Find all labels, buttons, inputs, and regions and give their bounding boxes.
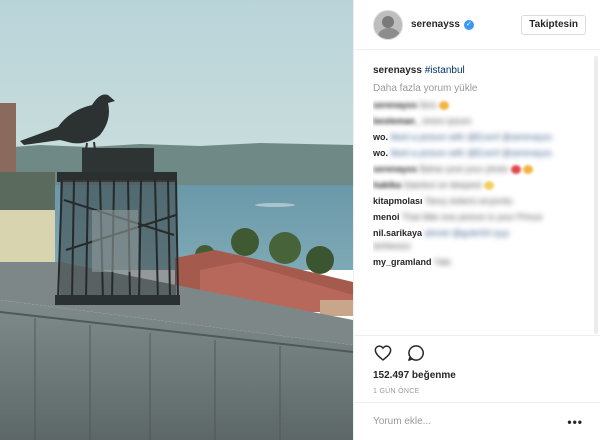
comment-input[interactable] [373, 416, 568, 427]
verified-badge-icon: ✓ [463, 19, 474, 30]
comment-text: liked a picture with @Ecenf @serenayss [390, 132, 552, 142]
comment-username[interactable]: serenayss [373, 100, 417, 110]
comment-item: serenayss Bahar post your photo [373, 163, 590, 176]
caption-hashtag[interactable]: #istanbul [425, 65, 465, 76]
comment-text: Yakı [433, 256, 452, 267]
comment-item: nil.sarikaya ahmet @guler54 iyyy terbies… [373, 227, 590, 252]
comment-username[interactable]: nil.sarikaya [373, 228, 422, 238]
comment-item: kitapmolası Tanış sistemi arıyordu [373, 195, 590, 208]
comment-item: wo. liked a picture with @Ecenf @serenay… [373, 147, 590, 160]
comment-text: fans [419, 100, 437, 110]
emoji-icon [523, 165, 534, 175]
post-actions: 152.497 beğenme 1 GÜN ÖNCE [354, 335, 600, 395]
heart-icon[interactable] [373, 343, 393, 363]
post-photo[interactable] [0, 0, 353, 440]
caption-username[interactable]: serenayss [373, 65, 422, 76]
add-comment-bar: ••• [354, 402, 600, 440]
likes-count[interactable]: 152.497 beğenme [373, 370, 581, 382]
comment-username[interactable]: hakika [373, 180, 401, 190]
emoji-icon [439, 101, 450, 111]
comment-username[interactable]: kitapmolası [373, 196, 423, 206]
comment-item: menoi That little one picture is your Pr… [373, 211, 590, 224]
emoji-icon [484, 181, 495, 191]
comments-scrollbar[interactable] [594, 56, 598, 334]
comment-item: wo. liked a picture with @Ecenf @serenay… [373, 131, 590, 144]
photo-scene [0, 0, 353, 440]
comment-text: Tanış sistemi arıyordu [424, 196, 513, 206]
comment-text: ahmet @guler54 iyyy [424, 228, 510, 238]
emoji-icon [510, 165, 521, 175]
comment-text: liked a picture with @Ecenf @serenayss [390, 148, 552, 158]
comment-text-continued: terbiesizz [373, 240, 412, 251]
comments-list: serenayss #istanbul Daha fazla yorum yük… [373, 62, 590, 334]
comment-bubble-icon[interactable] [406, 343, 426, 363]
avatar[interactable] [373, 9, 403, 40]
comment-item: serenayss fans [373, 99, 590, 112]
action-icons [373, 336, 581, 370]
post-date[interactable]: 1 GÜN ÖNCE [373, 388, 581, 395]
comment-username[interactable]: serenayss [373, 164, 417, 174]
comment-username[interactable]: besteman_ [373, 116, 420, 126]
comment-username[interactable]: wo. [373, 148, 388, 158]
header-username[interactable]: serenayss [411, 19, 460, 30]
post-panel: serenayss ✓ Takiptesin serenayss #istanb… [353, 0, 600, 440]
comment-username[interactable]: my_gramland [373, 257, 432, 267]
comment-item: hakika İstanbul ve deepest [373, 179, 590, 192]
following-button[interactable]: Takiptesin [521, 14, 586, 35]
comment-text: Bahar post your photo [419, 164, 509, 174]
comment-text: lorem ipsum [422, 116, 472, 126]
more-options-icon[interactable]: ••• [567, 415, 583, 429]
load-more-comments-link[interactable]: Daha fazla yorum yükle [373, 82, 590, 96]
post-header: serenayss ✓ Takiptesin [354, 0, 600, 50]
comment-item: my_gramland Yakı [373, 256, 590, 269]
comment-text: İstanbul ve deepest [403, 180, 482, 190]
comment-text: That little one picture is your Prince [401, 212, 543, 222]
comment-item: besteman_ lorem ipsum [373, 115, 590, 128]
caption: serenayss #istanbul [373, 64, 590, 78]
comment-username[interactable]: wo. [373, 132, 388, 142]
comment-username[interactable]: menoi [373, 212, 400, 222]
